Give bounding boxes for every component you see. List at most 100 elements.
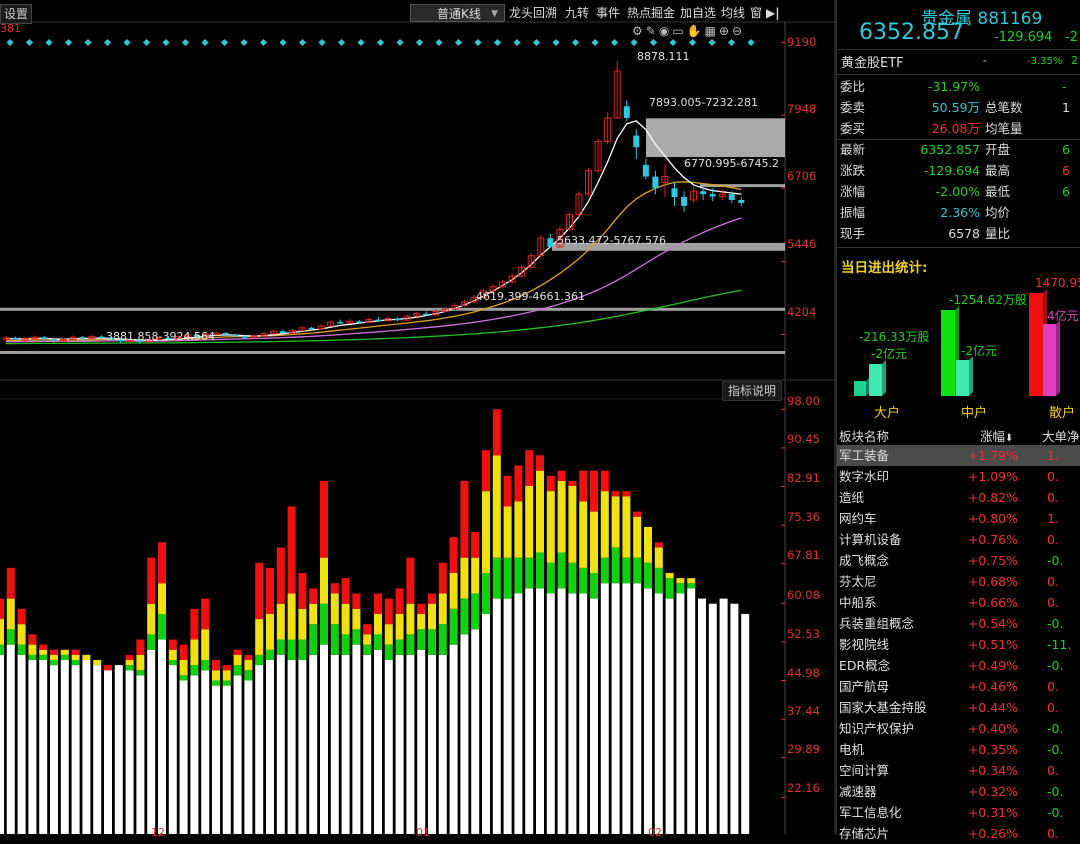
gear-icon[interactable]: ⚙ [632,24,646,38]
indicator-bar-yellow [590,511,598,573]
small-yuan-label: 4亿元 [1047,309,1079,323]
indicator-bar-green [428,629,436,655]
hand-icon[interactable]: ✋ [687,24,705,38]
zone-label-lower: 4619.399-4661.361 [476,290,585,303]
indicator-help-button[interactable]: 指标说明 [722,381,782,401]
signal-marker [376,38,385,47]
sector-row[interactable]: EDR概念 +0.49% -0. [837,655,1080,676]
signal-marker [279,38,287,47]
candle-body [671,188,678,198]
indicator-bar-green [28,654,37,660]
signal-marker [337,38,346,47]
sector-row[interactable]: 国产航母 +0.46% 0. [837,676,1080,697]
indicator-bar-yellow [82,654,91,660]
divider [837,247,1080,248]
indicator-bar-red [298,573,307,609]
sector-row[interactable]: 减速器 +0.32% -0. [837,781,1080,802]
indicator-bar-yellow [557,480,566,553]
add-watchlist-button[interactable]: 加自选 [680,4,716,22]
indicator-bar-white [676,593,685,834]
candle-body [41,337,48,339]
indicator-bar-yellow [654,547,663,568]
indicator-bar-red [17,608,26,625]
zoom-in-icon[interactable]: ⊕ [719,24,732,38]
settings-button[interactable]: 设置 [0,4,32,24]
x-axis-label: 12 [151,826,165,839]
indicator-bar-green [568,562,577,594]
indicator-bar-red [492,409,501,456]
sector-row[interactable]: 成飞概念 +0.75% -0. [837,550,1080,571]
candle-body [681,197,688,206]
indicator-bar-red [514,465,523,502]
big-yuan-bar [869,364,882,396]
quote-label: 委比 [840,79,866,94]
sector-row[interactable]: 芬太尼 +0.68% 0. [837,571,1080,592]
indicator-bar-white [341,654,350,834]
indicator-bar-yellow [492,455,501,558]
quote-row: 振幅 2.36% 均价 [840,203,1080,223]
indicator-bar-green [158,613,166,640]
sector-name: EDR概念 [839,658,891,673]
indicator-bar-white [698,598,706,834]
col-pct-label: 涨幅 [980,429,1006,444]
sector-row[interactable]: 网约车 +0.80% 1. [837,508,1080,529]
trash-icon[interactable]: ▭ [672,24,686,38]
quote-row: 委比 -31.97% - [840,77,1080,97]
tab-dragon-review[interactable]: 龙头回溯 [509,4,557,22]
big-shares-label: -216.33万股 [859,330,930,344]
sector-row[interactable]: 军工装备 +1.79% 1. [837,445,1080,466]
support-zone [0,350,785,354]
collapse-icon[interactable]: ▶| [766,4,780,22]
indicator-bar-red [50,649,58,655]
eye-icon[interactable]: ◉ [659,24,672,38]
etf-label[interactable]: 黄金股ETF [841,52,904,71]
sector-row[interactable]: 电机 +0.35% -0. [837,739,1080,760]
quote-label: 涨跌 [840,163,866,178]
indicator-bar-yellow [611,496,620,548]
tab-moving-average[interactable]: 均线 [721,4,745,22]
etf-value: - [983,54,987,67]
indicator-bar-yellow [687,578,696,584]
indicator-bar-white [330,654,339,834]
tab-nine-turn[interactable]: 九转 [565,4,589,22]
candle-body [232,334,239,337]
indicator-bar-green [222,680,231,686]
indicator-tick: 90.45 [787,432,820,446]
tab-window[interactable]: 窗 [750,4,762,22]
col-pct[interactable]: 涨幅⬇ [980,426,1013,445]
indicator-bar-yellow [622,496,631,558]
col-name[interactable]: 板块名称 [839,426,889,445]
sector-row[interactable]: 数字水印 +1.09% 0. [837,466,1080,487]
indicator-bar-yellow [449,573,458,609]
sector-row[interactable]: 知识产权保护 +0.40% -0. [837,718,1080,739]
pen-icon[interactable]: ✎ [646,24,659,38]
zoom-out-icon[interactable]: ⊖ [732,24,745,38]
main-chart[interactable] [0,0,836,834]
indicator-bar-red [471,532,480,558]
candle-body [98,336,105,339]
tab-events[interactable]: 事件 [596,4,620,22]
sector-row[interactable]: 中船系 +0.66% 0. [837,592,1080,613]
sector-change: +0.82% [967,490,1018,505]
grid-icon[interactable]: ▦ [705,24,719,38]
indicator-tick: 67.81 [787,548,820,562]
indicator-bar-green [136,670,145,676]
indicator-bar-white [687,588,696,834]
sector-row[interactable]: 影视院线 +0.51% -11. [837,634,1080,655]
tab-hot-topics[interactable]: 热点掘金 [627,4,675,22]
col-net[interactable]: 大单净 [1042,426,1080,445]
indicator-bar-green [665,578,674,599]
sector-row[interactable]: 计算机设备 +0.76% 0. [837,529,1080,550]
sector-row[interactable]: 造纸 +0.82% 0. [837,487,1080,508]
kline-type-select[interactable]: 普通K线 ▼ [410,4,505,22]
signal-marker [142,38,151,47]
sector-row[interactable]: 国家大基金持股 +0.44% 0. [837,697,1080,718]
indicator-bar-white [438,654,447,834]
sector-row[interactable]: 兵装重组概念 +0.54% -0. [837,613,1080,634]
indicator-bar-white [17,654,26,834]
quote-label-2: 总笔数 [985,100,1023,115]
indicator-bar-white [730,603,739,834]
sector-row[interactable]: 军工信息化 +0.31% -0. [837,802,1080,823]
indicator-bar-white [276,654,285,834]
sector-row[interactable]: 空间计算 +0.34% 0. [837,760,1080,781]
